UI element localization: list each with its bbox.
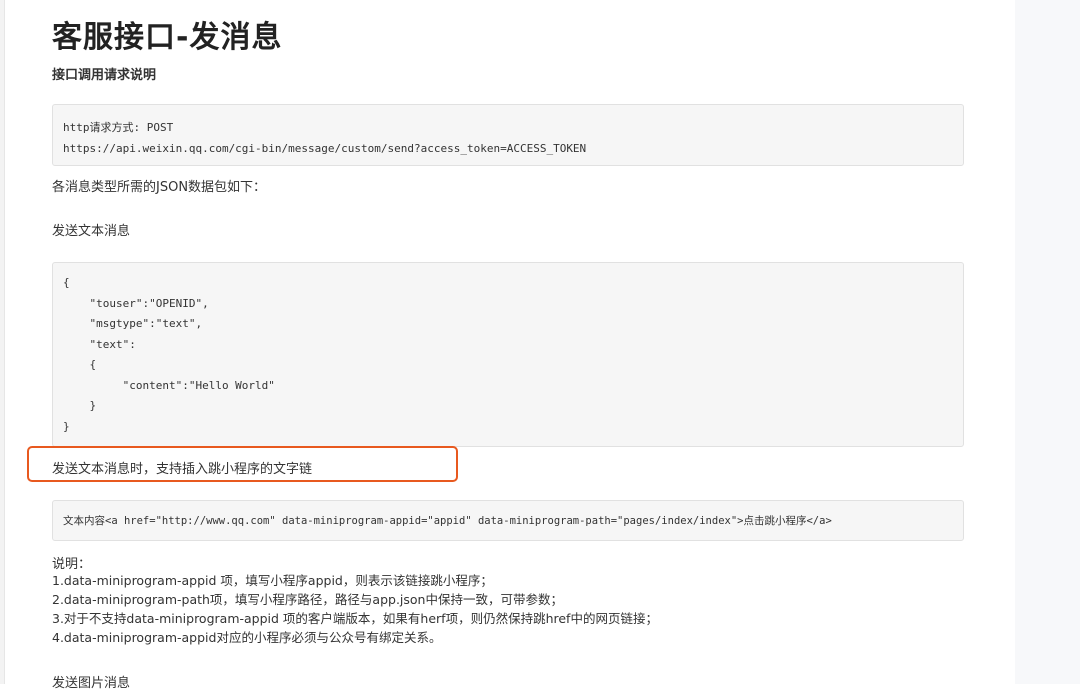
send-text-heading: 发送文本消息: [52, 224, 131, 239]
code-line: "msgtype":"text",: [63, 317, 203, 330]
code-line: "content":"Hello World": [63, 378, 275, 392]
highlight-annotation-box: [27, 446, 458, 482]
section-subtitle: 接口调用请求说明: [52, 68, 157, 83]
code-line: https://api.weixin.qq.com/cgi-bin/messag…: [63, 142, 587, 155]
note-item: 3.对于不支持data-miniprogram-appid 项的客户端版本，如果…: [52, 611, 658, 626]
right-side-panel: [1015, 0, 1080, 684]
code-line: http请求方式: POST: [63, 121, 174, 134]
text-json-code-block: { "touser":"OPENID", "msgtype":"text", "…: [52, 262, 964, 447]
document-content: 客服接口-发消息 接口调用请求说明 http请求方式: POST https:/…: [0, 0, 1015, 691]
code-line: }: [63, 399, 97, 412]
code-line: "text":: [63, 337, 136, 351]
notes-list: 1.data-miniprogram-appid 项，填写小程序appid，则表…: [52, 571, 658, 647]
note-item: 4.data-miniprogram-appid对应的小程序必须与公众号有绑定关…: [52, 630, 442, 645]
code-line: {: [63, 276, 70, 289]
json-intro-text: 各消息类型所需的JSON数据包如下：: [52, 180, 267, 195]
note-item: 1.data-miniprogram-appid 项，填写小程序appid，则表…: [52, 573, 493, 588]
note-item: 2.data-miniprogram-path项，填写小程序路径，路径与app.…: [52, 592, 563, 607]
code-line: }: [63, 419, 70, 433]
page-title: 客服接口-发消息: [52, 20, 283, 55]
request-code-block: http请求方式: POST https://api.weixin.qq.com…: [52, 104, 964, 166]
code-line: "touser":"OPENID",: [63, 296, 209, 310]
notes-heading: 说明：: [52, 557, 92, 572]
code-line: {: [63, 358, 97, 371]
send-image-heading: 发送图片消息: [52, 676, 131, 691]
link-code-block: 文本内容<a href="http://www.qq.com" data-min…: [52, 500, 964, 541]
